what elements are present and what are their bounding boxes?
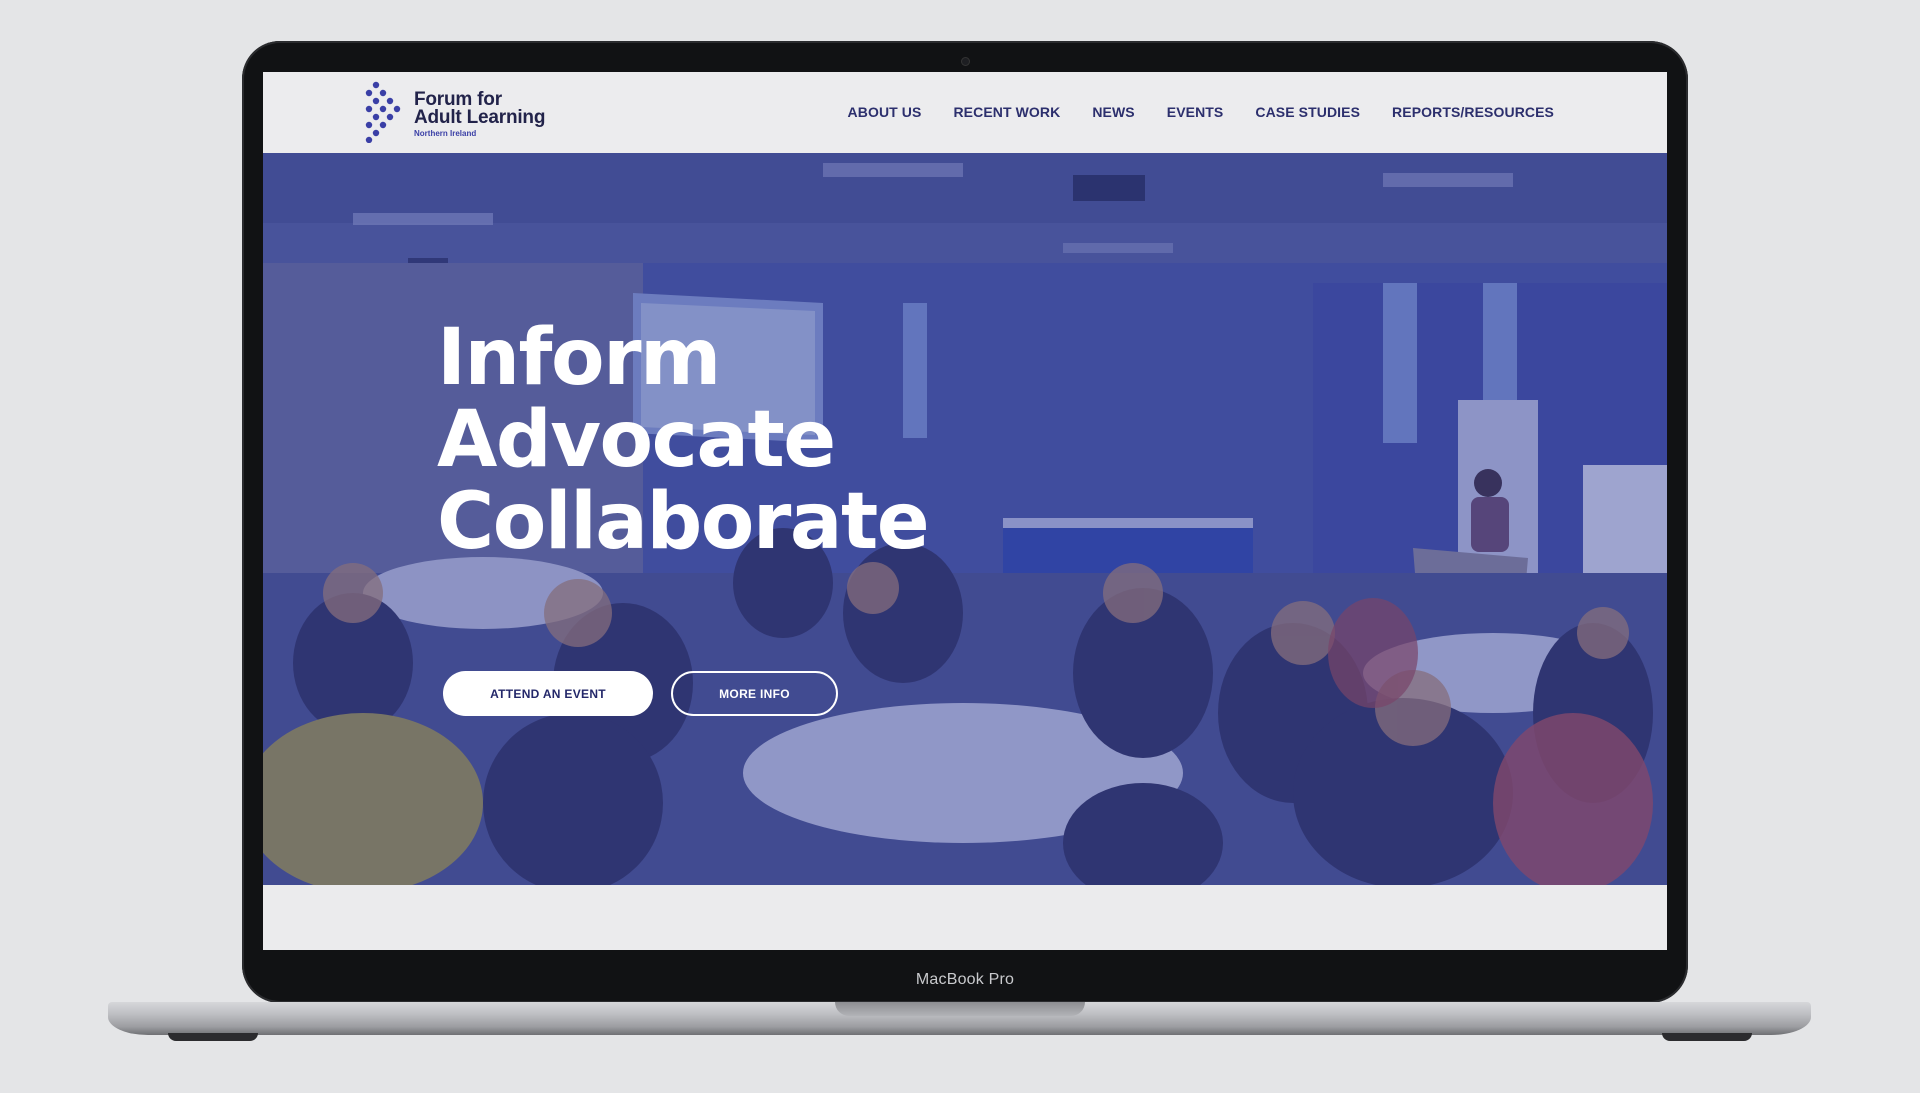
hero-headline: Inform Advocate Collaborate bbox=[437, 313, 930, 567]
logo-text: Forum for Adult Learning Northern Irelan… bbox=[414, 90, 546, 138]
nav-about-us[interactable]: ABOUT US bbox=[848, 104, 922, 120]
nav-case-studies[interactable]: CASE STUDIES bbox=[1255, 104, 1360, 120]
logo-line-2: Adult Learning bbox=[414, 107, 546, 128]
laptop-foot-right bbox=[1662, 1033, 1752, 1041]
site-logo[interactable]: Forum for Adult Learning Northern Irelan… bbox=[362, 81, 562, 143]
logo-dots-icon bbox=[365, 81, 401, 143]
nav-recent-work[interactable]: RECENT WORK bbox=[953, 104, 1060, 120]
content-area bbox=[263, 885, 1667, 950]
nav-news[interactable]: NEWS bbox=[1092, 104, 1134, 120]
device-model-label: MacBook Pro bbox=[915, 971, 1015, 988]
headline-line-2: Advocate bbox=[437, 395, 836, 485]
headline-line-3: Collaborate bbox=[437, 477, 930, 567]
nav-reports-resources[interactable]: REPORTS/RESOURCES bbox=[1392, 104, 1554, 120]
logo-line-3: Northern Ireland bbox=[414, 129, 477, 138]
main-nav: ABOUT US RECENT WORK NEWS EVENTS CASE ST… bbox=[816, 104, 1554, 120]
site-header: Forum for Adult Learning Northern Irelan… bbox=[263, 72, 1667, 153]
attend-an-event-button[interactable]: ATTEND AN EVENT bbox=[443, 671, 653, 716]
nav-events[interactable]: EVENTS bbox=[1167, 104, 1224, 120]
laptop-foot-left bbox=[168, 1033, 258, 1041]
more-info-button[interactable]: MORE INFO bbox=[671, 671, 838, 716]
camera-icon bbox=[961, 57, 970, 66]
browser-screen: Forum for Adult Learning Northern Irelan… bbox=[263, 72, 1667, 950]
headline-line-1: Inform bbox=[437, 313, 721, 403]
hero-section: nicva bbox=[263, 153, 1667, 885]
laptop-notch bbox=[835, 1002, 1085, 1016]
